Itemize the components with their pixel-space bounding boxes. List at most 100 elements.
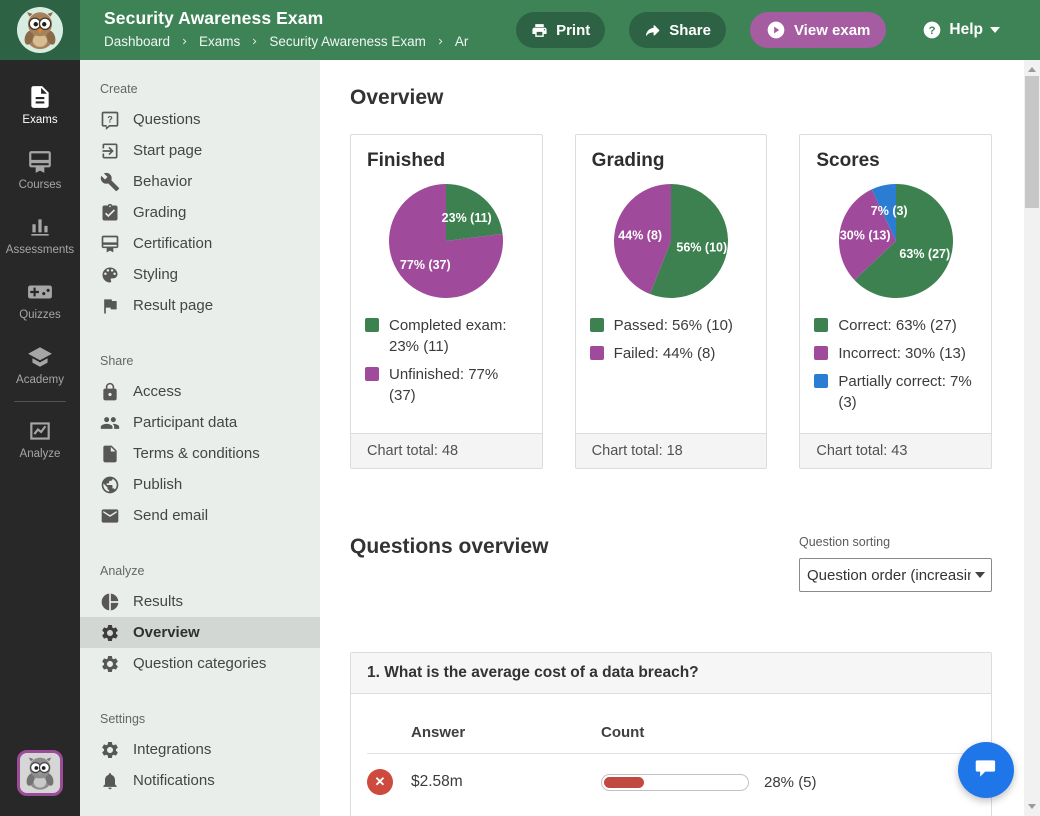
lock-icon — [100, 382, 120, 402]
print-button[interactable]: Print — [516, 12, 605, 48]
app-logo[interactable] — [0, 0, 80, 60]
scrollbar-thumb[interactable] — [1025, 76, 1039, 208]
count-bar-fill — [604, 777, 644, 788]
help-icon: ? — [922, 20, 942, 40]
sidebar-item-publish[interactable]: Publish — [80, 469, 320, 500]
sidebar-item-label: Send email — [133, 507, 208, 524]
column-answer: Answer — [411, 724, 601, 741]
top-bar: Security Awareness Exam DashboardExamsSe… — [0, 0, 1040, 60]
sidebar-item-certification[interactable]: Certification — [80, 228, 320, 259]
sidebar-item-exams[interactable]: Exams — [0, 72, 80, 137]
sidebar-item-overview[interactable]: Overview — [80, 617, 320, 648]
answer-text: $2.58m — [411, 773, 601, 791]
legend-swatch — [365, 318, 379, 332]
share-button[interactable]: Share — [629, 12, 726, 48]
breadcrumb-item[interactable]: Ar — [455, 34, 469, 49]
legend-label: Incorrect: 30% (13) — [838, 343, 966, 364]
sidebar-item-label: Grading — [133, 204, 186, 221]
nav-item-label: Exams — [22, 114, 57, 126]
pie-chart: 23% (11)77% (37) — [366, 182, 526, 302]
analyze-icon — [27, 418, 53, 444]
sidebar-item-questions[interactable]: ? Questions — [80, 104, 320, 135]
sidebar-item-label: Terms & conditions — [133, 445, 260, 462]
sidebar-item-grading[interactable]: Grading — [80, 197, 320, 228]
question-sorting-label: Question sorting — [799, 535, 992, 549]
start-page-icon — [100, 141, 120, 161]
sidebar-item-quizzes[interactable]: Quizzes — [0, 267, 80, 332]
sidebar-item-academy[interactable]: Academy — [0, 332, 80, 397]
help-label: Help — [949, 21, 983, 39]
sidebar-item-assessments[interactable]: Assessments — [0, 202, 80, 267]
svg-text:44% (8): 44% (8) — [618, 228, 662, 242]
svg-text:63% (27): 63% (27) — [899, 247, 950, 261]
stat-card-scores: Scores63% (27)30% (13)7% (3)Correct: 63%… — [799, 134, 992, 469]
button-label: Print — [556, 22, 590, 39]
legend-label: Failed: 44% (8) — [614, 343, 716, 364]
view-exam-button[interactable]: View exam — [750, 12, 886, 48]
breadcrumb-item[interactable]: Security Awareness Exam — [269, 34, 426, 49]
question-table: Answer Count ✕$2.58m28% (5) — [351, 694, 991, 816]
sidebar-item-access[interactable]: Access — [80, 376, 320, 407]
sidebar-item-behavior[interactable]: Behavior — [80, 166, 320, 197]
share-icon — [644, 22, 661, 39]
card-title: Finished — [351, 135, 542, 172]
questions-overview-title: Questions overview — [350, 535, 548, 592]
sidebar-item-courses[interactable]: Courses — [0, 137, 80, 202]
gear-icon — [100, 654, 120, 674]
sidebar-item-results[interactable]: Results — [80, 586, 320, 617]
svg-text:7% (3): 7% (3) — [870, 204, 907, 218]
header-text: Security Awareness Exam DashboardExamsSe… — [104, 8, 468, 49]
flag-icon — [100, 296, 120, 316]
gear-icon — [100, 740, 120, 760]
sidebar-item-label: Access — [133, 383, 181, 400]
academy-icon — [27, 344, 53, 370]
main-content: Overview Finished23% (11)77% (37)Complet… — [320, 60, 1024, 816]
courses-icon — [27, 149, 53, 175]
sidebar-item-send-email[interactable]: Send email — [80, 500, 320, 531]
count-bar — [601, 774, 749, 791]
sidebar-item-terms-conditions[interactable]: Terms & conditions — [80, 438, 320, 469]
document-icon — [100, 444, 120, 464]
scroll-down-arrow[interactable] — [1024, 800, 1040, 814]
answer-status: ✕ — [367, 769, 411, 795]
wrench-icon — [100, 172, 120, 192]
question-bubble-icon: ? — [100, 110, 120, 130]
sidebar-item-integrations[interactable]: Integrations — [80, 734, 320, 765]
stat-card-finished: Finished23% (11)77% (37)Completed exam: … — [350, 134, 543, 469]
sidebar-item-styling[interactable]: Styling — [80, 259, 320, 290]
chevron-down-icon — [990, 27, 1000, 38]
breadcrumb-item[interactable]: Dashboard — [104, 34, 170, 49]
sidebar-item-question-categories[interactable]: Question categories — [80, 648, 320, 679]
legend-swatch — [814, 346, 828, 360]
sidebar-item-notifications[interactable]: Notifications — [80, 765, 320, 796]
sidebar-item-analyze[interactable]: Analyze — [0, 406, 80, 471]
sidebar-item-result-page[interactable]: Result page — [80, 290, 320, 321]
svg-text:?: ? — [107, 114, 113, 124]
bell-icon — [100, 771, 120, 791]
chat-launcher-button[interactable] — [958, 742, 1014, 798]
sidebar-item-label: Questions — [133, 111, 201, 128]
legend-swatch — [590, 318, 604, 332]
user-avatar[interactable] — [17, 750, 63, 796]
sidebar-item-label: Overview — [133, 624, 200, 641]
scroll-up-arrow[interactable] — [1024, 62, 1040, 76]
sidebar-item-participant-data[interactable]: Participant data — [80, 407, 320, 438]
sidebar-item-label: Styling — [133, 266, 178, 283]
breadcrumb-item[interactable]: Exams — [199, 34, 240, 49]
legend-item: Correct: 63% (27) — [814, 315, 977, 336]
question-sorting-select[interactable]: Question order (increasing) — [799, 558, 992, 592]
print-icon — [531, 22, 548, 39]
sidebar-section-label: Settings — [100, 712, 320, 726]
svg-text:56% (10): 56% (10) — [676, 240, 727, 254]
legend-swatch — [590, 346, 604, 360]
sidebar-item-start-page[interactable]: Start page — [80, 135, 320, 166]
stat-card-grading: Grading56% (10)44% (8)Passed: 56% (10)Fa… — [575, 134, 768, 469]
legend-label: Passed: 56% (10) — [614, 315, 733, 336]
help-button[interactable]: ? Help — [922, 20, 1000, 40]
sidebar-item-label: Start page — [133, 142, 202, 159]
pie-chart-icon — [100, 592, 120, 612]
sidebar-item-label: Publish — [133, 476, 182, 493]
answer-row: ✕$2.58m28% (5) — [367, 754, 975, 800]
nav-item-label: Quizzes — [19, 309, 61, 321]
chart-legend: Passed: 56% (10) Failed: 44% (8) — [576, 302, 767, 364]
